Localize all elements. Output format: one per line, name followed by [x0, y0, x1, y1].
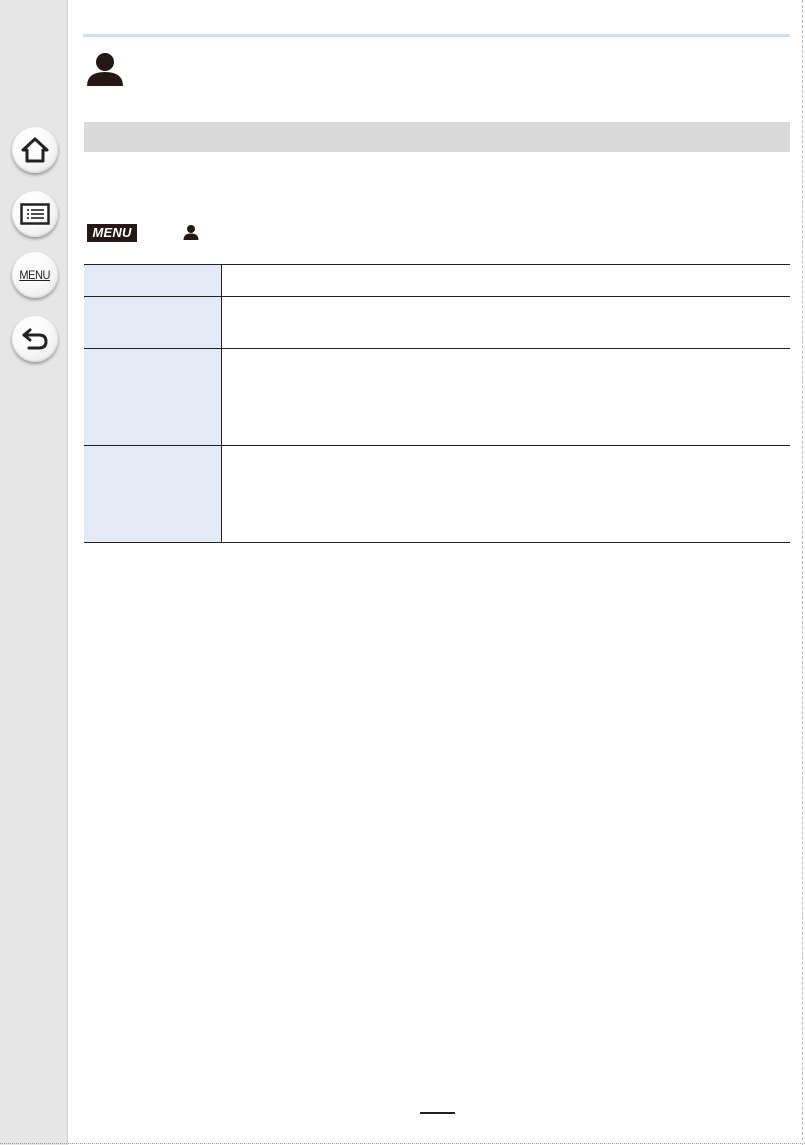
header-rule [83, 34, 790, 37]
list-icon [20, 203, 50, 225]
setting-name-cell [84, 264, 222, 297]
back-button[interactable] [12, 316, 58, 362]
home-icon [21, 137, 49, 163]
back-arrow-icon [22, 328, 48, 350]
setting-name-cell [84, 348, 222, 446]
table-row [84, 348, 790, 446]
sidebar-nav: MENU [0, 0, 68, 1145]
table-row [84, 264, 790, 297]
menu-badge: MENU [87, 224, 137, 242]
setting-name-cell [84, 445, 222, 543]
setting-name-cell [84, 296, 222, 349]
page-right-border [802, 0, 803, 1145]
page-bottom-border [0, 1143, 805, 1144]
contents-button[interactable] [12, 191, 58, 237]
setting-description-cell [221, 264, 790, 297]
table-row [84, 296, 790, 349]
page-number-rule [420, 1112, 455, 1114]
setting-description-cell [221, 348, 790, 446]
home-button[interactable] [12, 127, 58, 173]
setting-description-cell [221, 445, 790, 543]
person-icon [87, 53, 123, 86]
section-heading-bar [84, 122, 790, 152]
menu-button[interactable]: MENU [12, 252, 58, 298]
person-icon [183, 225, 199, 240]
menu-icon: MENU [19, 268, 51, 282]
table-row [84, 445, 790, 543]
setting-description-cell [221, 296, 790, 349]
settings-table [84, 264, 790, 543]
